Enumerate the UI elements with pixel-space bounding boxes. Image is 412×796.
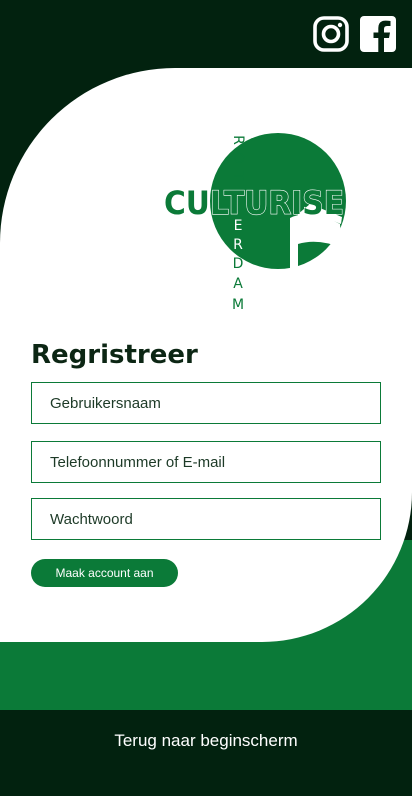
password-input[interactable]: [31, 498, 381, 540]
logo-letter: R: [233, 237, 243, 253]
back-to-home-link[interactable]: Terug naar beginscherm: [0, 731, 412, 751]
logo-letter: M: [232, 297, 244, 313]
facebook-icon[interactable]: [360, 16, 396, 52]
page-title: Regristreer: [31, 340, 198, 370]
logo-letter: T: [230, 171, 246, 181]
bottom-bar: [0, 710, 412, 796]
logo-letter: E: [234, 218, 243, 234]
create-account-button[interactable]: Maak account aan: [31, 559, 178, 587]
instagram-icon[interactable]: [313, 16, 349, 52]
username-input[interactable]: [31, 382, 381, 424]
logo-letter: A: [233, 276, 243, 292]
logo-letter: O: [230, 152, 246, 163]
contact-input[interactable]: [31, 441, 381, 483]
logo-letter: R: [230, 135, 246, 145]
logo-word: CULTURISE: [164, 184, 344, 222]
culturise-logo: CULTURISE R O T E R D A M: [163, 133, 346, 313]
logo-letter: D: [233, 256, 244, 272]
